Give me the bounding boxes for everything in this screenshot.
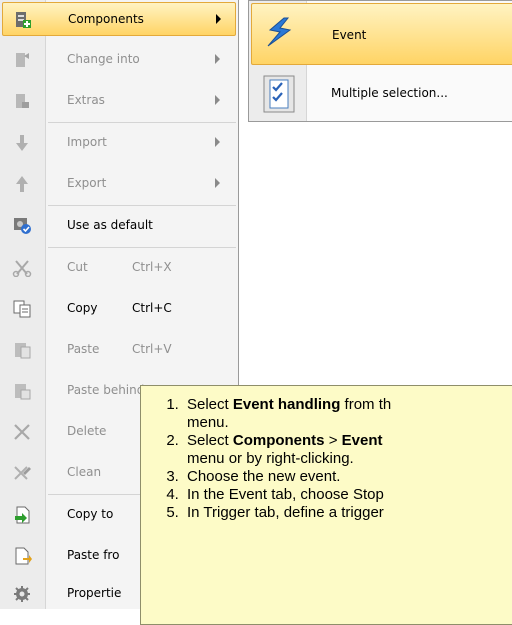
export-arrow-up-icon	[16, 176, 28, 192]
submenu-item-event[interactable]: Event	[251, 3, 512, 65]
menu-separator	[48, 247, 236, 248]
instruction-step: Choose the new event.	[183, 468, 512, 486]
menu-item-extras[interactable]: Extras	[2, 84, 236, 118]
instruction-steps: Select Event handling from thmenu. Selec…	[141, 386, 512, 522]
instruction-step: Select Event handling from thmenu.	[183, 396, 512, 432]
menu-item-cut[interactable]: Cut Ctrl+X	[2, 251, 236, 285]
properties-gear-icon	[14, 586, 30, 602]
multiple-selection-checklist-icon	[263, 75, 295, 113]
menu-item-paste[interactable]: Paste Ctrl+V	[2, 333, 236, 367]
menu-item-label: Export	[67, 176, 107, 190]
change-into-icon	[16, 53, 29, 67]
menu-item-label: Use as default	[67, 218, 153, 232]
menu-item-use-as-default[interactable]: Use as default	[2, 209, 236, 243]
menu-item-label: Paste fro	[67, 548, 120, 562]
components-submenu: Event Multiple selection...	[248, 0, 512, 122]
extras-icon	[16, 94, 29, 108]
submenu-item-label: Event	[332, 28, 367, 42]
menu-item-label: Copy	[67, 301, 98, 315]
menu-separator	[48, 122, 236, 123]
delete-x-icon	[14, 424, 30, 440]
event-lightning-icon	[267, 17, 292, 47]
instruction-step: In the Event tab, choose Stop	[183, 486, 512, 504]
menu-item-export[interactable]: Export	[2, 167, 236, 201]
submenu-arrow-icon	[215, 178, 220, 188]
copy-to-icon	[15, 506, 30, 524]
menu-separator	[48, 205, 236, 206]
menu-item-label: Clean	[67, 465, 102, 479]
import-arrow-down-icon	[16, 135, 28, 151]
paste-from-icon	[15, 547, 32, 565]
copy-icon	[13, 300, 31, 318]
submenu-item-multiple-selection[interactable]: Multiple selection...	[251, 69, 512, 119]
instruction-step: In Trigger tab, define a trigger	[183, 504, 512, 522]
shortcut-label: Ctrl+V	[132, 342, 172, 356]
submenu-arrow-icon	[215, 54, 220, 64]
scissors-icon	[12, 260, 32, 277]
menu-item-label: Copy to	[67, 507, 114, 521]
clean-icon	[14, 466, 31, 480]
paste-icon	[15, 343, 31, 359]
paste-behind-icon	[15, 384, 31, 400]
submenu-arrow-icon	[215, 137, 220, 147]
menu-item-copy[interactable]: Copy Ctrl+C	[2, 292, 236, 326]
menu-item-label: Import	[67, 135, 107, 149]
use-as-default-icon	[14, 218, 31, 234]
shortcut-label: Ctrl+X	[132, 260, 172, 274]
menu-item-components[interactable]: Components	[2, 2, 236, 36]
instruction-step: Select Components > Eventmenu or by righ…	[183, 432, 512, 468]
menu-item-label: Delete	[67, 424, 107, 438]
menu-item-label: Paste	[67, 342, 100, 356]
menu-item-label: Paste behind	[67, 383, 145, 397]
submenu-arrow-icon	[215, 95, 220, 105]
instruction-tooltip: Select Event handling from thmenu. Selec…	[140, 385, 512, 625]
menu-item-label: Extras	[67, 93, 105, 107]
add-component-icon	[16, 12, 31, 28]
menu-item-label: Propertie	[67, 586, 122, 600]
menu-item-change-into[interactable]: Change into	[2, 43, 236, 77]
submenu-item-label: Multiple selection...	[331, 86, 448, 100]
submenu-arrow-icon	[216, 14, 221, 24]
menu-item-import[interactable]: Import	[2, 126, 236, 160]
menu-item-label: Change into	[67, 52, 140, 66]
menu-item-label: Cut	[67, 260, 88, 274]
shortcut-label: Ctrl+C	[132, 301, 172, 315]
menu-item-label: Components	[68, 12, 144, 26]
